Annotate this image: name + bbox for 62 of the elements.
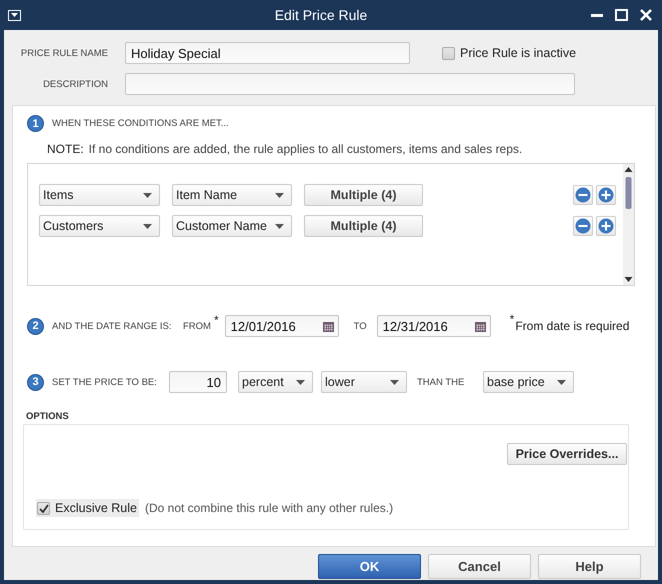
step-badge: 1 [27, 115, 44, 132]
menu-icon[interactable] [8, 10, 21, 20]
dropdown[interactable]: base price [483, 371, 574, 393]
from-label: FROM [183, 320, 211, 332]
dropdown[interactable]: Items [39, 184, 160, 206]
caret-icon [390, 380, 399, 384]
minus-icon [575, 187, 591, 203]
input-field[interactable] [125, 73, 575, 95]
checkbox-label: Price Rule is inactive [460, 46, 576, 60]
dropdown[interactable]: percent [238, 371, 313, 393]
window-title: Edit Price Rule [274, 7, 368, 23]
field-label: DESCRIPTION [42, 78, 108, 90]
dialog-button[interactable]: OK [318, 554, 421, 579]
section-heading: AND THE DATE RANGE IS: [52, 320, 172, 332]
remove-button[interactable] [573, 185, 593, 205]
caret-icon [275, 224, 284, 228]
plus-icon [598, 218, 614, 234]
caret-icon [296, 380, 305, 384]
than-label: THAN THE [417, 376, 466, 388]
step-badge: 3 [27, 374, 44, 390]
date-field[interactable]: 12/31/2016 [376, 315, 491, 337]
section-heading: WHEN THESE CONDITIONS ARE MET... [52, 118, 229, 129]
close-icon[interactable] [640, 9, 652, 21]
remove-button[interactable] [573, 216, 593, 236]
amount-field[interactable]: 10 [169, 371, 227, 393]
note-label: NOTE: [47, 142, 84, 156]
dialog-button[interactable]: Cancel [428, 554, 531, 579]
calendar-icon[interactable] [474, 320, 486, 332]
dialog-button[interactable]: Help [538, 554, 641, 579]
checkbox-label: Exclusive Rule [55, 501, 137, 515]
multiple-button[interactable]: Multiple (4) [304, 184, 423, 206]
required-mark: * [214, 313, 219, 327]
required-note: From date is required [515, 319, 630, 333]
dropdown[interactable]: Customers [39, 215, 160, 237]
section-heading: SET THE PRICE TO BE: [52, 376, 158, 388]
maximize-icon[interactable] [615, 9, 628, 21]
caret-icon [275, 192, 284, 198]
options-heading: OPTIONS [26, 411, 70, 422]
dropdown[interactable]: Customer Name [172, 215, 292, 237]
option-note: (Do not combine this rule with any other rules.) [144, 501, 394, 515]
calendar-icon[interactable] [322, 320, 334, 332]
price-overrides-button[interactable]: Price Overrides... [507, 443, 627, 465]
minus-icon [575, 218, 591, 234]
date-field[interactable]: 12/01/2016 [224, 315, 339, 337]
checkbox[interactable] [37, 502, 50, 514]
scrollbar[interactable] [623, 164, 634, 285]
caret-icon [557, 380, 566, 384]
required-mark: * [510, 312, 514, 326]
caret-icon [143, 192, 152, 198]
dropdown[interactable]: lower [321, 371, 407, 393]
caret-icon [143, 224, 152, 228]
multiple-button[interactable]: Multiple (4) [304, 215, 423, 237]
to-label: TO [354, 320, 367, 332]
add-button[interactable] [596, 216, 616, 236]
field-label: PRICE RULE NAME [20, 48, 108, 58]
add-button[interactable] [596, 185, 616, 205]
note-text: If no conditions are added, the rule applies to all customers, items and sales reps. [88, 142, 522, 156]
checkbox[interactable] [442, 46, 455, 60]
input-field[interactable]: Holiday Special [125, 42, 410, 64]
plus-icon [598, 187, 614, 203]
step-badge: 2 [27, 318, 44, 334]
dropdown[interactable]: Item Name [172, 184, 292, 206]
